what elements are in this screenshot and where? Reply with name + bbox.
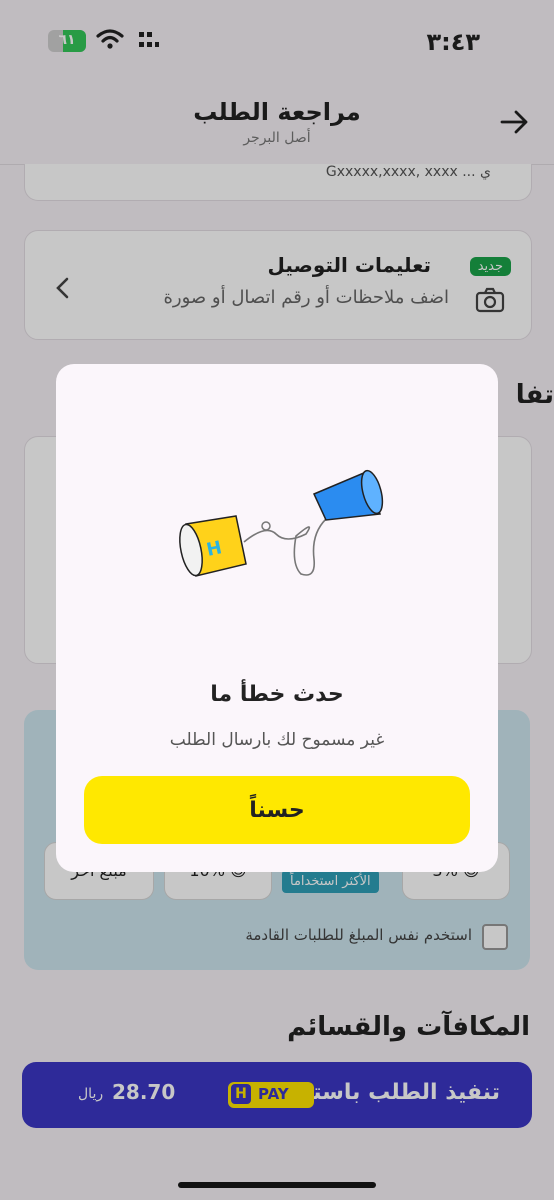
error-dialog: H حدث خطأ ما غير مسموح لك بارسال الطلب ح… (56, 364, 498, 872)
dialog-title: حدث خطأ ما (210, 682, 344, 707)
dialog-message: غير مسموح لك بارسال الطلب (169, 730, 385, 750)
home-indicator (178, 1182, 376, 1188)
tin-can-phone-icon: H (179, 469, 384, 577)
ok-button[interactable]: حسناً (84, 776, 470, 844)
